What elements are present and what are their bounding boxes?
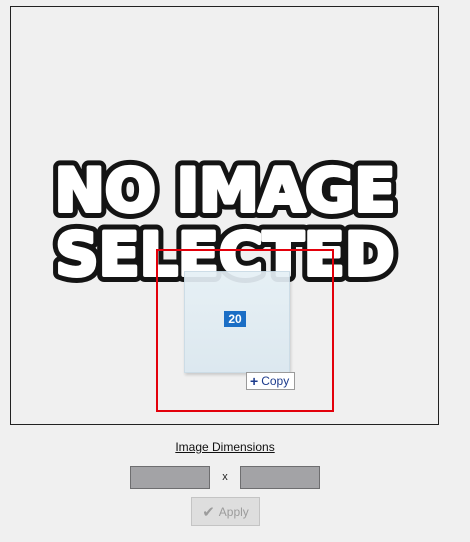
drag-item-count-badge: 20 <box>224 311 246 327</box>
height-input[interactable] <box>240 466 320 489</box>
image-preview-frame: NO IMAGE NO IMAGE SELECTED SELECTED 20 +… <box>10 6 439 425</box>
image-dimensions-link[interactable]: Image Dimensions <box>0 440 450 454</box>
placeholder-line1: NO IMAGE <box>55 156 396 226</box>
dimension-separator: x <box>222 471 228 483</box>
apply-label: Apply <box>218 504 249 519</box>
copy-drop-tooltip: + Copy <box>246 372 296 390</box>
check-icon: ✔ <box>202 503 215 521</box>
apply-button[interactable]: ✔ Apply <box>191 497 260 526</box>
width-input[interactable] <box>130 466 210 489</box>
drag-ghost-image: 20 <box>184 271 290 373</box>
plus-icon: + <box>250 373 259 389</box>
copy-label: Copy <box>261 374 290 388</box>
